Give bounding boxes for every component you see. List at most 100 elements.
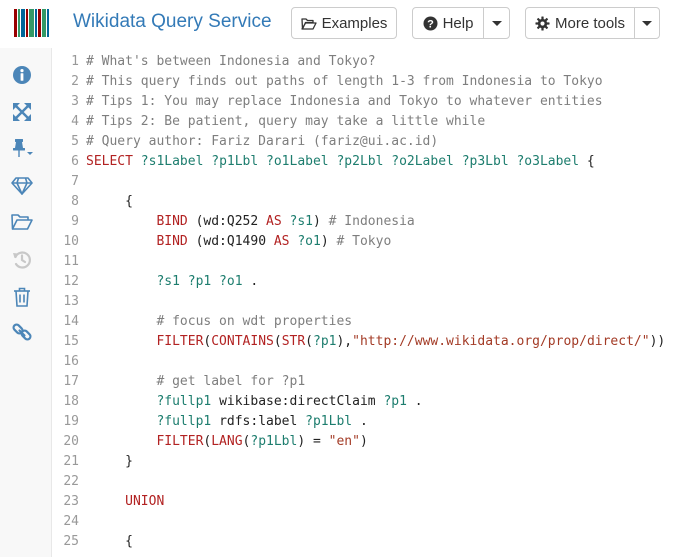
code-line[interactable]: 8 { <box>53 192 698 212</box>
code-token: ?s1 <box>289 214 313 229</box>
folder-open-icon[interactable] <box>10 210 34 234</box>
gear-icon <box>535 15 550 31</box>
code-line[interactable]: 3 # Tips 1: You may replace Indonesia and… <box>53 92 698 112</box>
line-number: 12 <box>63 274 79 289</box>
code-line[interactable]: 5 # Query author: Fariz Darari (fariz@ui.… <box>53 132 698 152</box>
code-token: rdfs:label <box>219 414 306 429</box>
trash-icon[interactable] <box>10 285 34 309</box>
diamond-icon[interactable] <box>10 174 34 198</box>
code-token: BIND <box>86 214 196 229</box>
code-token: )) <box>649 334 666 349</box>
line-number: 7 <box>71 174 79 189</box>
code-line[interactable]: 10 BIND (wd:Q1490 AS ?o1) # Tokyo <box>53 232 698 252</box>
logo-bar <box>14 9 17 37</box>
code-line[interactable]: 7 <box>53 172 698 192</box>
examples-button[interactable]: Examples <box>291 7 397 39</box>
code-line[interactable]: 1 # What's between Indonesia and Tokyo? <box>53 52 698 72</box>
line-number: 10 <box>63 234 79 249</box>
code-token: AS <box>266 214 290 229</box>
code-token: (wd:Q252 <box>195 214 267 229</box>
code-token: { <box>586 154 595 169</box>
code-token: ?fullp1 <box>86 394 220 409</box>
code-line[interactable]: 13 <box>53 292 698 312</box>
code-token: LANG <box>211 434 243 449</box>
link-icon[interactable] <box>10 320 34 344</box>
code-line[interactable]: 4 # Tips 2: Be patient, query may take a … <box>53 112 698 132</box>
code-line[interactable]: 17 # get label for ?p1 <box>53 372 698 392</box>
line-number: 5 <box>71 134 79 149</box>
question-circle-icon: ? <box>423 16 438 31</box>
wikidata-logo[interactable] <box>14 9 50 37</box>
line-number: 6 <box>71 154 79 169</box>
line-number: 3 <box>71 94 79 109</box>
line-number: 23 <box>63 494 79 509</box>
code-token: ?o1 <box>297 234 321 249</box>
code-token: # get label for ?p1 <box>86 374 306 389</box>
code-line[interactable]: 20 FILTER(LANG(?p1Lbl) = "en") <box>53 432 698 452</box>
pin-icon[interactable] <box>10 136 34 160</box>
code-token: ?s1Label ?p1Lbl ?o1Label ?p2Lbl ?o2Label… <box>140 154 587 169</box>
line-number: 11 <box>63 254 79 269</box>
code-token: ?s1 ?p1 ?o1 <box>86 274 251 289</box>
code-token: ) <box>359 434 368 449</box>
caret-down-icon <box>491 20 502 26</box>
line-number: 14 <box>63 314 79 329</box>
code-token: # Tips 2: Be patient, query may take a l… <box>86 114 486 129</box>
code-token: SELECT <box>86 154 141 169</box>
code-line[interactable]: 21 } <box>53 452 698 472</box>
line-number: 16 <box>63 354 79 369</box>
code-token: # Tips 1: You may replace Indonesia and … <box>86 94 603 109</box>
help-button[interactable]: ? Help <box>412 7 484 39</box>
code-token: CONTAINS <box>211 334 274 349</box>
code-token: ?p1 <box>383 394 415 409</box>
top-navbar: Wikidata Query Service Examples ? Help M… <box>0 0 698 48</box>
code-line[interactable]: 2 # This query finds out paths of length … <box>53 72 698 92</box>
line-number: 17 <box>63 374 79 389</box>
code-line[interactable]: 19 ?fullp1 rdfs:label ?p1Lbl . <box>53 412 698 432</box>
code-line[interactable]: 12 ?s1 ?p1 ?o1 . <box>53 272 698 292</box>
code-token: # What's between Indonesia and Tokyo? <box>86 54 376 69</box>
caret-down-icon <box>642 20 652 26</box>
code-line[interactable]: 6 SELECT ?s1Label ?p1Lbl ?o1Label ?p2Lbl … <box>53 152 698 172</box>
line-number: 18 <box>63 394 79 409</box>
more-tools-dropdown-toggle[interactable] <box>634 7 660 39</box>
logo-bar <box>42 9 46 37</box>
line-number: 24 <box>63 514 79 529</box>
code-line[interactable]: 24 <box>53 512 698 532</box>
code-token: ?p1Lbl <box>305 414 360 429</box>
line-number: 2 <box>71 74 79 89</box>
code-line[interactable]: 25 { <box>53 532 698 552</box>
folder-open-icon <box>300 17 317 30</box>
logo-bar <box>47 9 49 37</box>
code-line[interactable]: 23 UNION <box>53 492 698 512</box>
expand-icon[interactable] <box>10 100 34 124</box>
code-line[interactable]: 15 FILTER(CONTAINS(STR(?p1),"http://www.… <box>53 332 698 352</box>
query-editor[interactable]: 1 # What's between Indonesia and Tokyo? 2 #… <box>53 52 698 557</box>
code-line[interactable]: 9 BIND (wd:Q252 AS ?s1) # Indonesia <box>53 212 698 232</box>
logo-bar <box>26 9 28 37</box>
code-line[interactable]: 11 <box>53 252 698 272</box>
logo-bar <box>18 9 20 37</box>
code-token: # Indonesia <box>328 214 415 229</box>
code-token: "http://www.wikidata.org/prop/direct/" <box>352 334 650 349</box>
code-line[interactable]: 22 <box>53 472 698 492</box>
info-icon[interactable] <box>10 63 34 87</box>
code-line[interactable]: 16 <box>53 352 698 372</box>
code-line[interactable]: 14 # focus on wdt properties <box>53 312 698 332</box>
code-token: { <box>86 534 133 549</box>
help-label: Help <box>442 14 474 32</box>
line-number: 19 <box>63 414 79 429</box>
help-dropdown-toggle[interactable] <box>483 7 510 39</box>
more-tools-button[interactable]: More tools <box>525 7 635 39</box>
app-title[interactable]: Wikidata Query Service <box>73 11 272 33</box>
code-token: # Tokyo <box>336 234 392 249</box>
line-number: 25 <box>63 534 79 549</box>
code-token: FILTER <box>86 434 204 449</box>
code-token: ?fullp1 <box>86 414 220 429</box>
svg-text:?: ? <box>427 18 434 30</box>
code-token: # focus on wdt properties <box>86 314 353 329</box>
code-line[interactable]: 18 ?fullp1 wikibase:directClaim ?p1 . <box>53 392 698 412</box>
logo-bar <box>21 9 25 37</box>
code-token: AS <box>273 234 298 249</box>
left-toolbar <box>0 48 52 557</box>
